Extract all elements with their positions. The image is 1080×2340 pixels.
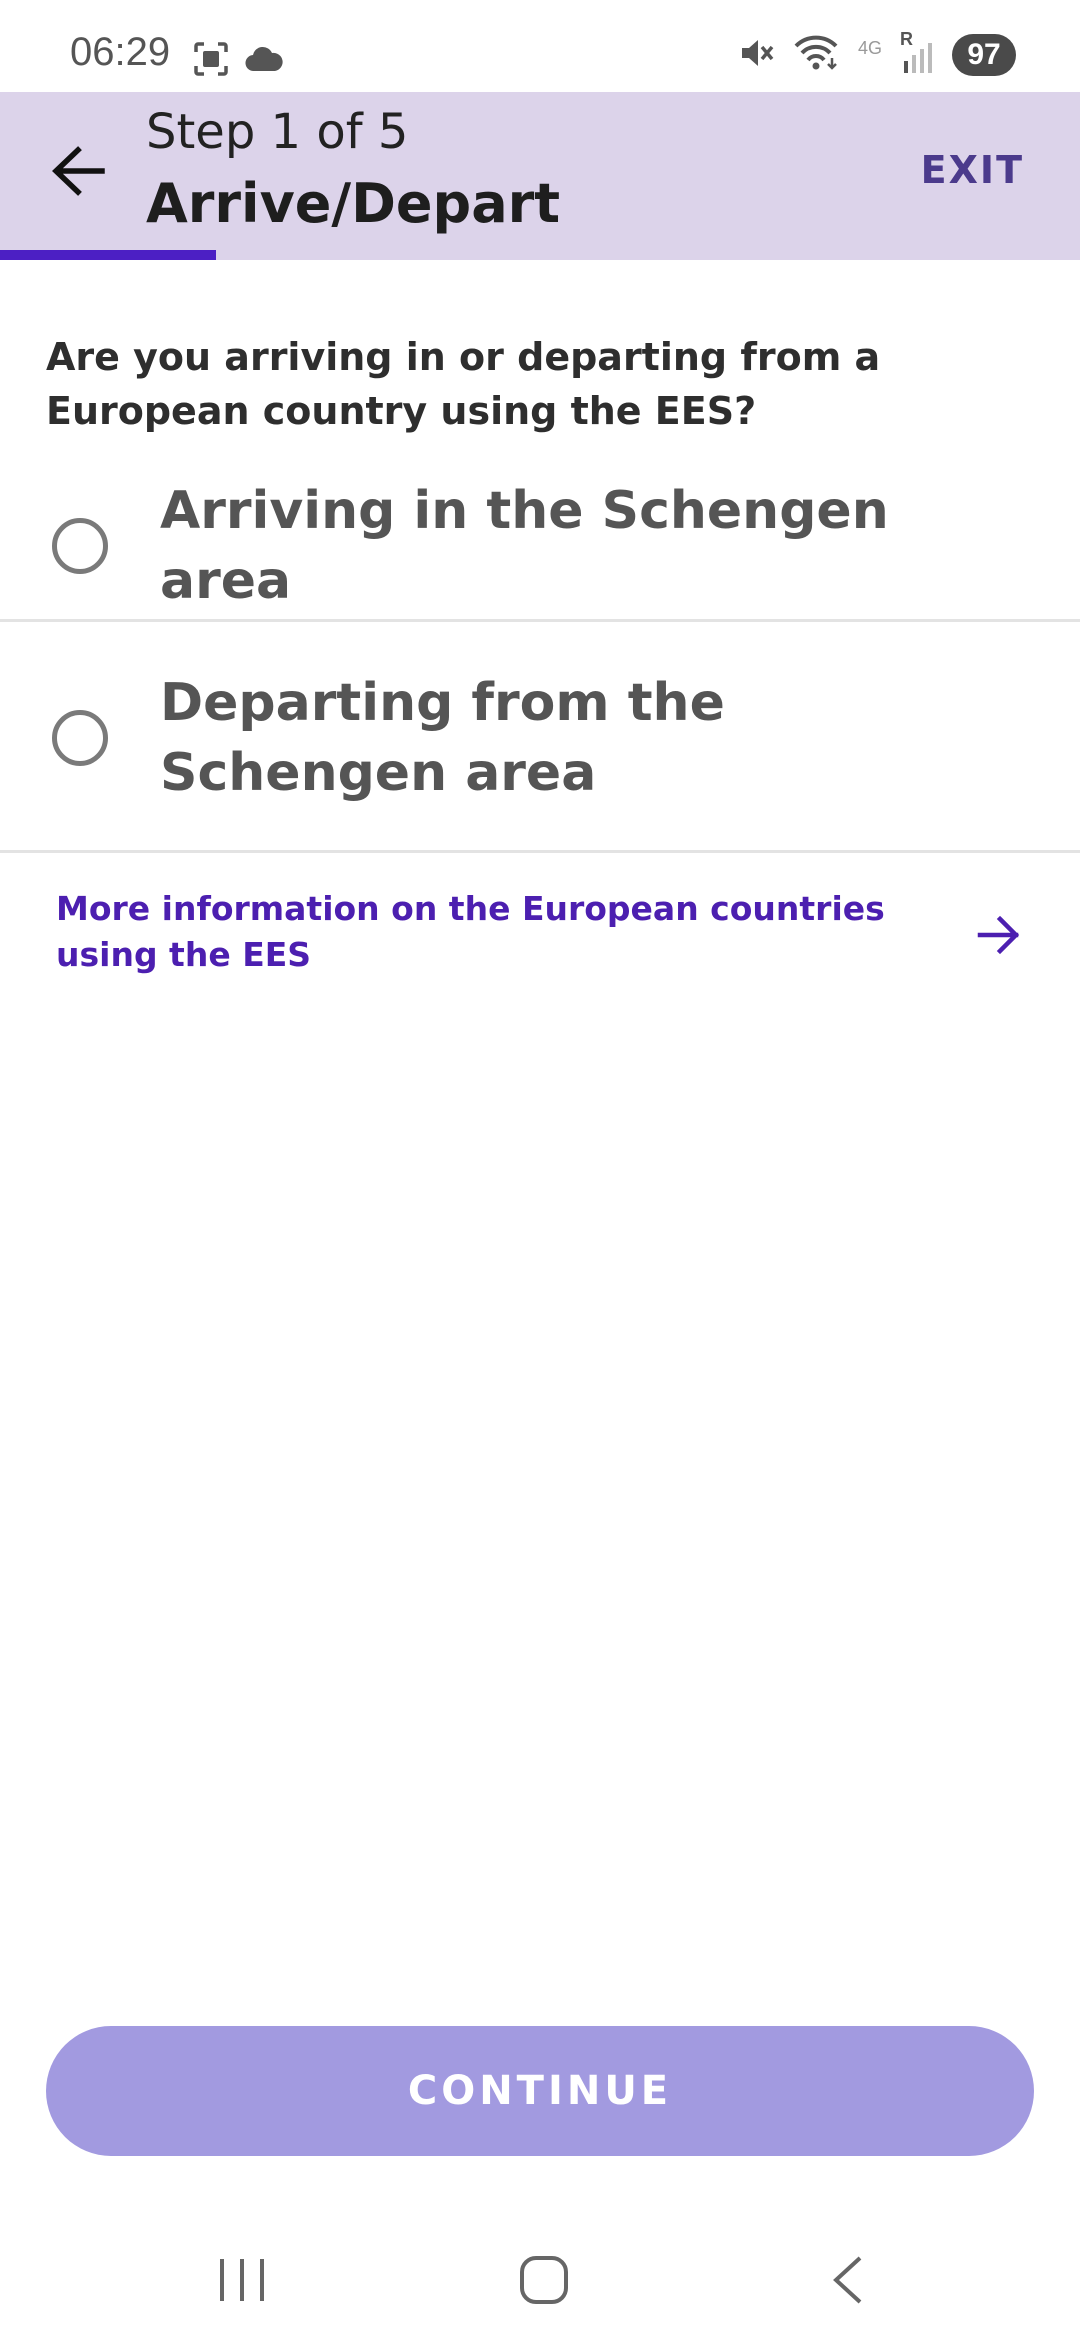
question-text: Are you arriving in or departing from a … [46,335,881,433]
arrow-left-icon [52,146,105,196]
progress-fill [0,250,216,260]
status-bar: 06:29 4G R 97 [0,0,1080,92]
radio-option-arriving[interactable]: Arriving in the Schengen area [0,472,1080,622]
signal-icon: R [900,29,934,75]
step-indicator: Step 1 of 5 [146,104,409,160]
radio-option-label: Arriving in the Schengen area [160,480,889,611]
status-left-icons [192,40,284,82]
cloud-icon [244,45,284,77]
page-title: Arrive/Depart [146,172,561,235]
system-nav-bar [0,2210,1080,2340]
home-icon[interactable] [518,2254,570,2306]
wifi-icon [792,34,840,76]
radio-option-departing[interactable]: Departing from the Schengen area [0,625,1080,853]
status-time: 06:29 [70,30,171,74]
back-icon[interactable] [828,2254,868,2306]
radio-option-label: Departing from the Schengen area [160,672,725,803]
more-info-link-label: More information on the European countri… [56,889,885,974]
continue-button-label: CONTINUE [407,2068,673,2114]
status-right-icons: 4G R 97 [738,29,1016,76]
header: Step 1 of 5 Arrive/Depart EXIT [0,92,1080,260]
radio-button[interactable] [52,709,108,766]
back-button[interactable] [50,142,108,200]
screenshot-icon [192,40,230,82]
network-type-label: 4G [857,37,882,58]
arrow-right-icon [977,915,1020,955]
screen: 06:29 4G R 97 Step 1 of 5 Arrive/Depart … [0,0,1080,2340]
radio-button[interactable] [52,517,108,574]
battery-badge: 97 [952,34,1016,76]
exit-button[interactable]: EXIT [921,148,1024,192]
more-info-link[interactable]: More information on the European countri… [56,886,1056,986]
continue-button[interactable]: CONTINUE [46,2026,1034,2156]
mute-icon [738,35,774,75]
recent-apps-icon[interactable] [212,2255,272,2305]
progress-bar [0,250,1080,260]
